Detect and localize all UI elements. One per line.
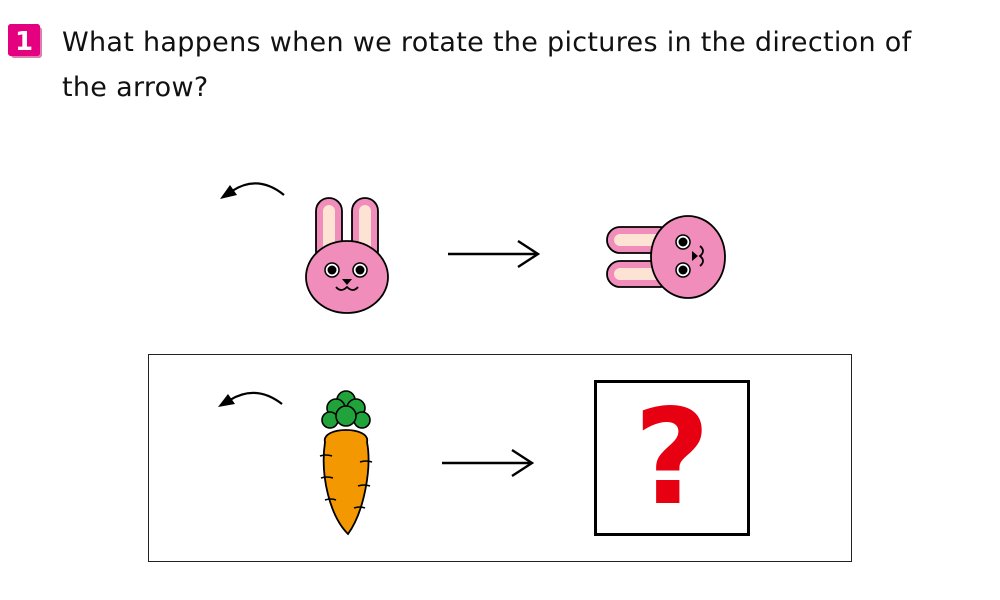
right-arrow-icon bbox=[448, 239, 541, 269]
problem-number-badge: 1 bbox=[8, 24, 42, 58]
right-arrow-icon bbox=[442, 448, 535, 478]
counterclockwise-arrow-icon bbox=[218, 391, 283, 407]
question-text: What happens when we rotate the pictures… bbox=[62, 20, 992, 110]
problem-number: 1 bbox=[15, 27, 33, 57]
rabbit-rotated-icon bbox=[606, 215, 726, 299]
question-line-1: What happens when we rotate the pictures… bbox=[62, 27, 912, 58]
rabbit-upright-icon bbox=[305, 197, 389, 314]
counterclockwise-arrow-icon bbox=[220, 182, 285, 199]
carrot-icon bbox=[319, 390, 373, 536]
answer-placeholder-box: ? bbox=[594, 380, 750, 536]
question-mark: ? bbox=[633, 381, 711, 535]
question-line-2: the arrow? bbox=[62, 72, 209, 103]
